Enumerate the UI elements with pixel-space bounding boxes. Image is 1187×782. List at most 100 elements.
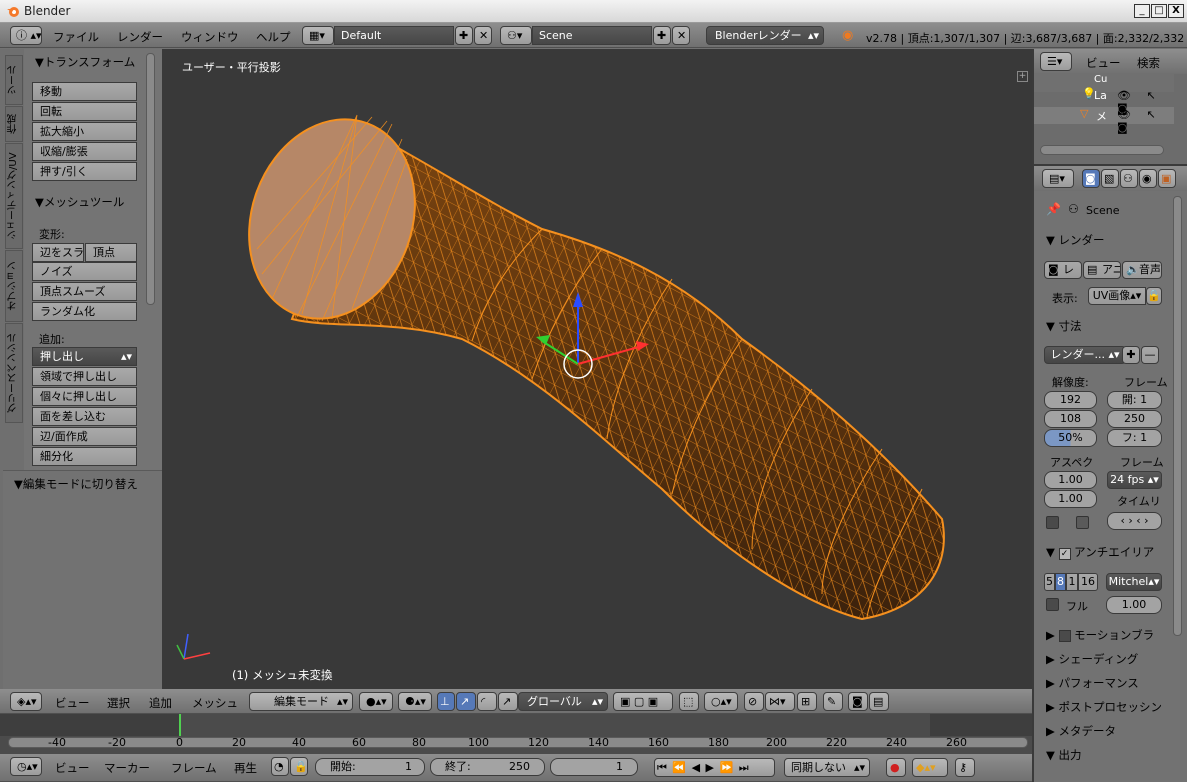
shading-panel-header[interactable]: ▶ シェーディング — [1046, 651, 1138, 667]
current-frame-field[interactable]: 1 — [550, 758, 638, 776]
tool-shelf-scrollbar[interactable] — [146, 53, 155, 305]
editor-type-timeline-icon[interactable]: ◷▴▾ — [10, 757, 42, 776]
close-window-button[interactable]: X — [1168, 4, 1184, 18]
time-remap-field[interactable]: ‹ › ‹ › — [1107, 512, 1162, 530]
timeline-menu-frame[interactable]: フレーム — [171, 760, 217, 776]
scale-manipulator-icon[interactable]: ↗ — [498, 692, 518, 711]
snap-target-icon[interactable]: ⊞ — [797, 692, 817, 711]
editor-type-properties-icon[interactable]: ▤▾ — [1042, 169, 1074, 188]
add-scene-icon[interactable]: ✚ — [653, 26, 671, 45]
aa-samples-5[interactable]: 5 — [1044, 573, 1055, 591]
lock-range-icon[interactable]: 🔒 — [290, 757, 308, 776]
pivot-point-icon[interactable]: ⚈▴▾ — [398, 692, 432, 711]
viewport-menu-mesh[interactable]: メッシュ — [192, 695, 238, 711]
mode-select[interactable]: 編集モード ▴▾ — [249, 692, 353, 711]
outliner-item-mesh[interactable]: メ — [1096, 108, 1107, 124]
tab-tools[interactable]: ツール — [5, 55, 23, 105]
current-frame-marker[interactable] — [179, 714, 181, 736]
preview-range-icon[interactable]: ◔ — [271, 757, 289, 776]
render-layers-icon[interactable]: ▧ — [1101, 169, 1119, 188]
snap-element-icon[interactable]: ⋈▾ — [765, 692, 795, 711]
sync-mode-select[interactable]: 同期しない ▴▾ — [784, 758, 870, 777]
push-pull-button[interactable]: 押す/引く — [32, 162, 137, 181]
frame-step-field[interactable]: フ: 1 — [1107, 429, 1162, 447]
extrude-region-button[interactable]: 領域で押し出し — [32, 367, 137, 386]
outliner-menu-view[interactable]: ビュー — [1086, 55, 1121, 71]
frame-end-field[interactable]: 250 — [1107, 410, 1162, 428]
snap-toggle-icon[interactable]: ⊘ — [744, 692, 764, 711]
outliner-menu-search[interactable]: 検索 — [1137, 55, 1160, 71]
aspect-x-field[interactable]: 1.00 — [1044, 471, 1097, 489]
render-animation-button[interactable]: ▤ アニ — [1083, 261, 1121, 279]
metadata-panel-header[interactable]: ▶ メタデータ — [1046, 723, 1116, 739]
transform-panel-header[interactable]: ▼トランスフォーム — [35, 54, 135, 70]
timeline-menu-marker[interactable]: マーカー — [104, 760, 150, 776]
manipulator-toggle-icon[interactable]: ⊥ — [437, 692, 455, 711]
proportional-edit-icon[interactable]: ○▴▾ — [704, 692, 738, 711]
viewport-menu-add[interactable]: 追加 — [149, 695, 172, 711]
menu-render[interactable]: レンダー — [117, 29, 163, 45]
border-checkbox[interactable] — [1046, 516, 1059, 529]
properties-scrollbar[interactable] — [1173, 196, 1182, 636]
tab-create[interactable]: 作成 — [5, 106, 23, 142]
antialiasing-checkbox[interactable]: ✓ — [1058, 548, 1071, 560]
minimize-button[interactable]: _ — [1134, 4, 1150, 18]
render-context-icon[interactable]: ◙ — [1082, 169, 1100, 188]
resolution-y-field[interactable]: 108 — [1044, 410, 1097, 428]
post-processing-panel-header[interactable]: ▶ ポストプロセッシン — [1046, 699, 1162, 715]
randomize-button[interactable]: ランダム化 — [32, 302, 137, 321]
viewport-menu-view[interactable]: ビュー — [55, 695, 90, 711]
outliner-item-camera[interactable]: Cu — [1094, 74, 1107, 85]
filter-size-field[interactable]: 1.00 — [1106, 596, 1162, 614]
resolution-percentage-slider[interactable]: 50% — [1044, 429, 1097, 447]
maximize-button[interactable]: □ — [1151, 4, 1167, 18]
opengl-render-icon[interactable]: ✎ — [823, 692, 843, 711]
extrude-dropdown[interactable]: 押し出し ▴▾ — [32, 347, 137, 366]
mesh-tools-panel-header[interactable]: ▼メッシュツール — [35, 194, 124, 210]
scene-context-icon[interactable]: ⚇ — [1120, 169, 1138, 188]
output-panel-header[interactable]: ▼ 出力 — [1046, 747, 1082, 763]
frame-rate-select[interactable]: 24 fps ▴▾ — [1107, 471, 1162, 489]
menu-file[interactable]: ファイル — [53, 29, 99, 45]
editor-type-outliner-icon[interactable]: ☰▾ — [1040, 52, 1072, 71]
inset-faces-button[interactable]: 面を差し込む — [32, 407, 137, 426]
limit-selection-icon[interactable]: ⬚ — [679, 692, 699, 711]
viewport-shading-icon[interactable]: ●▴▾ — [359, 692, 393, 711]
slide-vertex-button[interactable]: 頂点 — [85, 243, 137, 262]
aa-filter-select[interactable]: Mitchel▴▾ — [1106, 573, 1162, 591]
remove-scene-icon[interactable]: ✕ — [672, 26, 690, 45]
menu-window[interactable]: ウィンドウ — [181, 29, 239, 45]
layer-buttons-icon[interactable]: ▣ ▢ ▣ — [613, 692, 673, 711]
render-preset-select[interactable]: レンダー... ▴▾ — [1044, 346, 1126, 364]
scene-name-field[interactable]: Scene — [532, 26, 652, 45]
rotate-manipulator-icon[interactable]: ◜ — [477, 692, 497, 711]
aspect-y-field[interactable]: 1.00 — [1044, 490, 1097, 508]
layout-selector-icon[interactable]: ▦▾ — [302, 26, 334, 45]
translate-manipulator-icon[interactable]: ↗ — [456, 692, 476, 711]
dimensions-panel-header[interactable]: ▼ 寸法 — [1046, 318, 1082, 334]
tab-grease-pencil[interactable]: グリースペンシル — [5, 323, 23, 423]
motion-blur-panel-header[interactable]: ▶ モーションブラ — [1046, 627, 1154, 643]
full-sample-checkbox[interactable] — [1046, 598, 1059, 611]
render-engine-select[interactable]: Blenderレンダー ▴▾ — [706, 26, 824, 45]
timeline-menu-view[interactable]: ビュー — [55, 760, 90, 776]
slide-edge-button[interactable]: 辺をスライド — [32, 243, 84, 262]
playback-controls[interactable]: ⏮ ⏪ ◀ ▶ ⏩ ⏭ — [654, 758, 775, 777]
record-keyframe-icon[interactable]: ● — [886, 758, 906, 777]
remove-layout-icon[interactable]: ✕ — [474, 26, 492, 45]
edit-mode-toggle-panel-header[interactable]: ▼編集モードに切り替え — [14, 476, 138, 492]
make-edge-face-button[interactable]: 辺/面作成 — [32, 427, 137, 446]
scene-selector-icon[interactable]: ⚇▾ — [500, 26, 532, 45]
tab-options[interactable]: オプション — [5, 250, 23, 322]
subdivide-button[interactable]: 細分化 — [32, 447, 137, 466]
keying-set-icon[interactable]: ◆▴▾ — [912, 758, 948, 777]
remove-preset-icon[interactable]: — — [1141, 346, 1159, 364]
render-animation-icon[interactable]: ▤ — [869, 692, 889, 711]
extrude-individual-button[interactable]: 個々に押し出し — [32, 387, 137, 406]
noise-button[interactable]: ノイズ — [32, 262, 137, 281]
start-frame-field[interactable]: 開始: 1 — [315, 758, 425, 776]
display-mode-select[interactable]: UV画像▴▾ — [1088, 287, 1146, 305]
end-frame-field[interactable]: 終了: 250 — [430, 758, 545, 776]
render-image-icon[interactable]: ◙ — [848, 692, 868, 711]
timeline-menu-playback[interactable]: 再生 — [234, 760, 257, 776]
